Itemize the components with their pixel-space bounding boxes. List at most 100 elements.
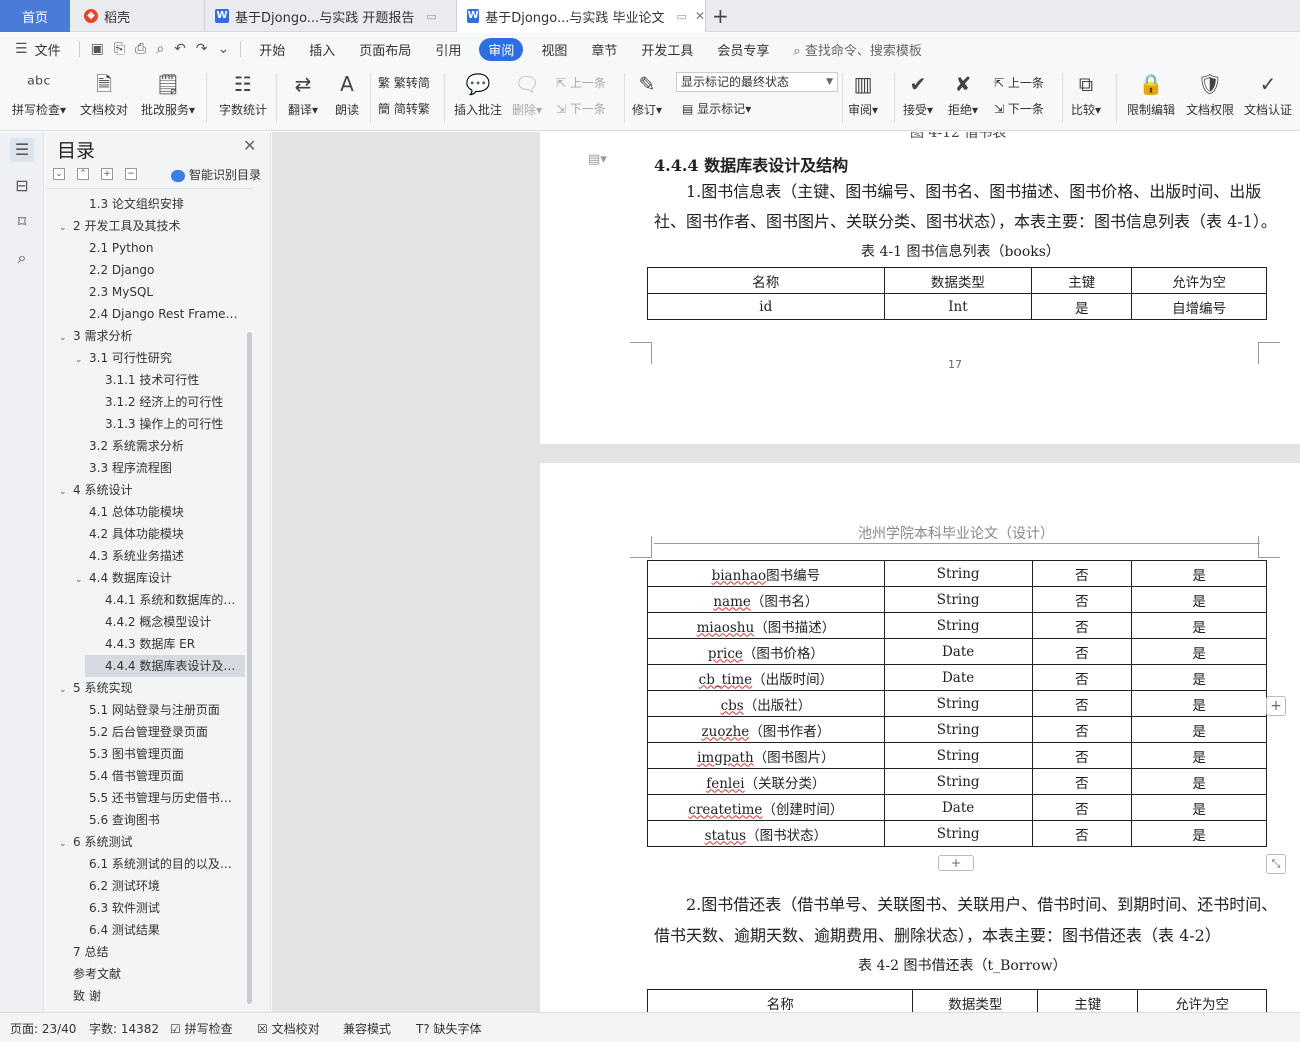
- toc-icon[interactable]: ☰: [10, 138, 34, 162]
- new-tab-icon[interactable]: +: [712, 4, 729, 28]
- doc-check-button[interactable]: 🗎 文档校对: [80, 71, 128, 118]
- close-icon[interactable]: ✕: [695, 9, 705, 23]
- toc-item[interactable]: 3.1.2 经济上的可行性: [105, 391, 245, 413]
- toc-item[interactable]: 3.1.3 操作上的可行性: [105, 413, 245, 435]
- toc-item[interactable]: 3.1.1 技术可行性: [105, 369, 245, 391]
- toc-item[interactable]: 4.3 系统业务描述: [89, 545, 245, 567]
- menu-reference[interactable]: 引用: [423, 40, 473, 59]
- tab-home[interactable]: 首页: [0, 0, 70, 32]
- doc-auth-button[interactable]: ✓ 文档认证: [1244, 71, 1292, 118]
- word-count-button[interactable]: ☷ 字数统计: [219, 71, 267, 118]
- remove-entry-icon[interactable]: −: [125, 168, 137, 180]
- review-pane-button[interactable]: ▥ 审阅▾: [848, 71, 878, 118]
- toc-item[interactable]: 5.4 借书管理页面: [89, 765, 245, 787]
- toc-item[interactable]: ⌄ 3.1 可行性研究: [75, 347, 245, 369]
- compare-button[interactable]: ⧉ 比较▾: [1071, 71, 1101, 118]
- toc-item[interactable]: ⌄ 4.4 数据库设计: [75, 567, 245, 589]
- next-comment-button[interactable]: ⇲ 下一条: [556, 100, 606, 117]
- document-area[interactable]: 图 4-12 借书表 ▤▾ 4.4.4 数据库表设计及结构 1.图书信息表（主键…: [272, 132, 1300, 1012]
- toc-item[interactable]: 4.2 具体功能模块: [89, 523, 245, 545]
- toc-item[interactable]: 5.1 网站登录与注册页面: [89, 699, 245, 721]
- display-icon[interactable]: ▭: [677, 10, 687, 23]
- more-icon[interactable]: ⌄: [213, 41, 235, 57]
- translate-button[interactable]: ⇄ 翻译▾: [288, 71, 318, 118]
- toc-item[interactable]: 5.3 图书管理页面: [89, 743, 245, 765]
- toc-item[interactable]: ⌄ 3 需求分析: [59, 325, 245, 347]
- toc-item[interactable]: ⌄ 4 系统设计: [59, 479, 245, 501]
- resize-table-icon[interactable]: ⤡: [1266, 854, 1286, 874]
- chevron-down-icon[interactable]: ⌄: [59, 679, 73, 699]
- doc-permission-button[interactable]: 🛡 文档权限: [1186, 71, 1234, 118]
- menu-start[interactable]: 开始: [247, 40, 297, 59]
- toc-item[interactable]: 4.1 总体功能模块: [89, 501, 245, 523]
- toc-scrollbar[interactable]: [247, 332, 252, 1004]
- menu-member[interactable]: 会员专享: [705, 40, 781, 59]
- chevron-down-icon[interactable]: ⌄: [59, 833, 73, 853]
- chapter-nav-icon[interactable]: ⊟: [10, 174, 34, 198]
- toc-item[interactable]: 2.4 Django Rest Frame…: [89, 303, 245, 325]
- smart-toc-button[interactable]: 智能识别目录: [171, 166, 261, 183]
- toc-item[interactable]: 4.4.4 数据库表设计及…: [85, 655, 245, 677]
- accept-button[interactable]: ✔ 接受▾: [903, 71, 933, 118]
- toc-item[interactable]: ⌄ 6 系统测试: [59, 831, 245, 853]
- toc-item[interactable]: 4.4.3 数据库 ER: [105, 633, 245, 655]
- tab-docer[interactable]: ◆ 稻壳: [72, 0, 202, 32]
- read-aloud-button[interactable]: A 朗读: [334, 71, 360, 118]
- search-command[interactable]: ⌕ 查找命令、搜索模板: [781, 40, 933, 59]
- menu-view[interactable]: 视图: [529, 40, 579, 59]
- menu-review[interactable]: 审阅: [479, 37, 524, 61]
- delete-comment-button[interactable]: 🗨 删除▾: [512, 71, 542, 118]
- prev-change-button[interactable]: ⇱ 上一条: [994, 74, 1044, 91]
- menu-layout[interactable]: 页面布局: [347, 40, 423, 59]
- toc-item[interactable]: ⌄ 5 系统实现: [59, 677, 245, 699]
- insert-comment-button[interactable]: 💬 插入批注: [454, 71, 502, 118]
- compat-mode-indicator[interactable]: 兼容模式: [343, 1020, 391, 1037]
- simp-to-trad-button[interactable]: 簡 简转繁: [378, 100, 430, 117]
- redo-icon[interactable]: ↷: [191, 41, 213, 57]
- toc-item[interactable]: 5.6 查询图书: [89, 809, 245, 831]
- toc-item[interactable]: 1.3 论文组织安排: [89, 193, 245, 215]
- tab-thesis[interactable]: W 基于Djongo...与实践 毕业论文 ▭ ✕: [456, 0, 706, 32]
- chevron-down-icon[interactable]: ⌄: [75, 569, 89, 589]
- menu-insert[interactable]: 插入: [297, 40, 347, 59]
- markup-view-select[interactable]: 显示标记的最终状态 ▼: [676, 72, 838, 92]
- collapse-all-icon[interactable]: ⌄: [53, 168, 65, 180]
- close-icon[interactable]: ✕: [243, 136, 256, 155]
- toc-item[interactable]: 参考文献: [73, 963, 245, 985]
- undo-icon[interactable]: ↶: [169, 41, 191, 57]
- menu-devtools[interactable]: 开发工具: [629, 40, 705, 59]
- restrict-edit-button[interactable]: 🔒 限制编辑: [1127, 71, 1175, 118]
- reject-button[interactable]: ✘ 拒绝▾: [948, 71, 978, 118]
- page-indicator[interactable]: 页面: 23/40: [10, 1020, 76, 1037]
- add-entry-icon[interactable]: +: [101, 168, 113, 180]
- toc-item[interactable]: 6.2 测试环境: [89, 875, 245, 897]
- search-icon[interactable]: ⌕: [10, 246, 34, 270]
- toc-item[interactable]: ⌄ 2 开发工具及其技术: [59, 215, 245, 237]
- spell-check-button[interactable]: ᵃᵇᶜ 拼写检查▾: [12, 71, 66, 118]
- menu-file[interactable]: 文件: [33, 40, 73, 59]
- chevron-down-icon[interactable]: ⌄: [59, 217, 73, 237]
- toc-item[interactable]: 2.3 MySQL: [89, 281, 245, 303]
- add-column-button[interactable]: +: [1266, 696, 1286, 716]
- toc-item[interactable]: 3.3 程序流程图: [89, 457, 245, 479]
- toc-item[interactable]: 4.4.2 概念模型设计: [105, 611, 245, 633]
- word-count-indicator[interactable]: 字数: 14382: [89, 1020, 159, 1037]
- chevron-down-icon[interactable]: ⌄: [75, 349, 89, 369]
- revise-button[interactable]: ✎ 修订▾: [632, 71, 662, 118]
- bookmark-icon[interactable]: ⌑: [10, 210, 34, 234]
- doc-check-toggle[interactable]: ☒ 文档校对: [257, 1020, 320, 1037]
- toc-item[interactable]: 致 谢: [73, 985, 245, 1007]
- missing-font-button[interactable]: T? 缺失字体: [416, 1020, 482, 1037]
- chevron-down-icon[interactable]: ⌄: [59, 481, 73, 501]
- prev-comment-button[interactable]: ⇱ 上一条: [556, 74, 606, 91]
- save-icon[interactable]: ▣: [86, 41, 109, 57]
- preview-icon[interactable]: ⌕: [151, 41, 169, 57]
- next-change-button[interactable]: ⇲ 下一条: [994, 100, 1044, 117]
- toc-item[interactable]: 6.3 软件测试: [89, 897, 245, 919]
- chevron-down-icon[interactable]: ⌄: [59, 327, 73, 347]
- menu-chapter[interactable]: 章节: [579, 40, 629, 59]
- annotate-service-button[interactable]: 🗒 批改服务▾: [141, 71, 195, 118]
- hamburger-icon[interactable]: ☰: [10, 41, 33, 57]
- expand-up-icon[interactable]: ⌃: [77, 168, 89, 180]
- tab-proposal[interactable]: W 基于Djongo...与实践 开题报告 ▭: [204, 0, 454, 32]
